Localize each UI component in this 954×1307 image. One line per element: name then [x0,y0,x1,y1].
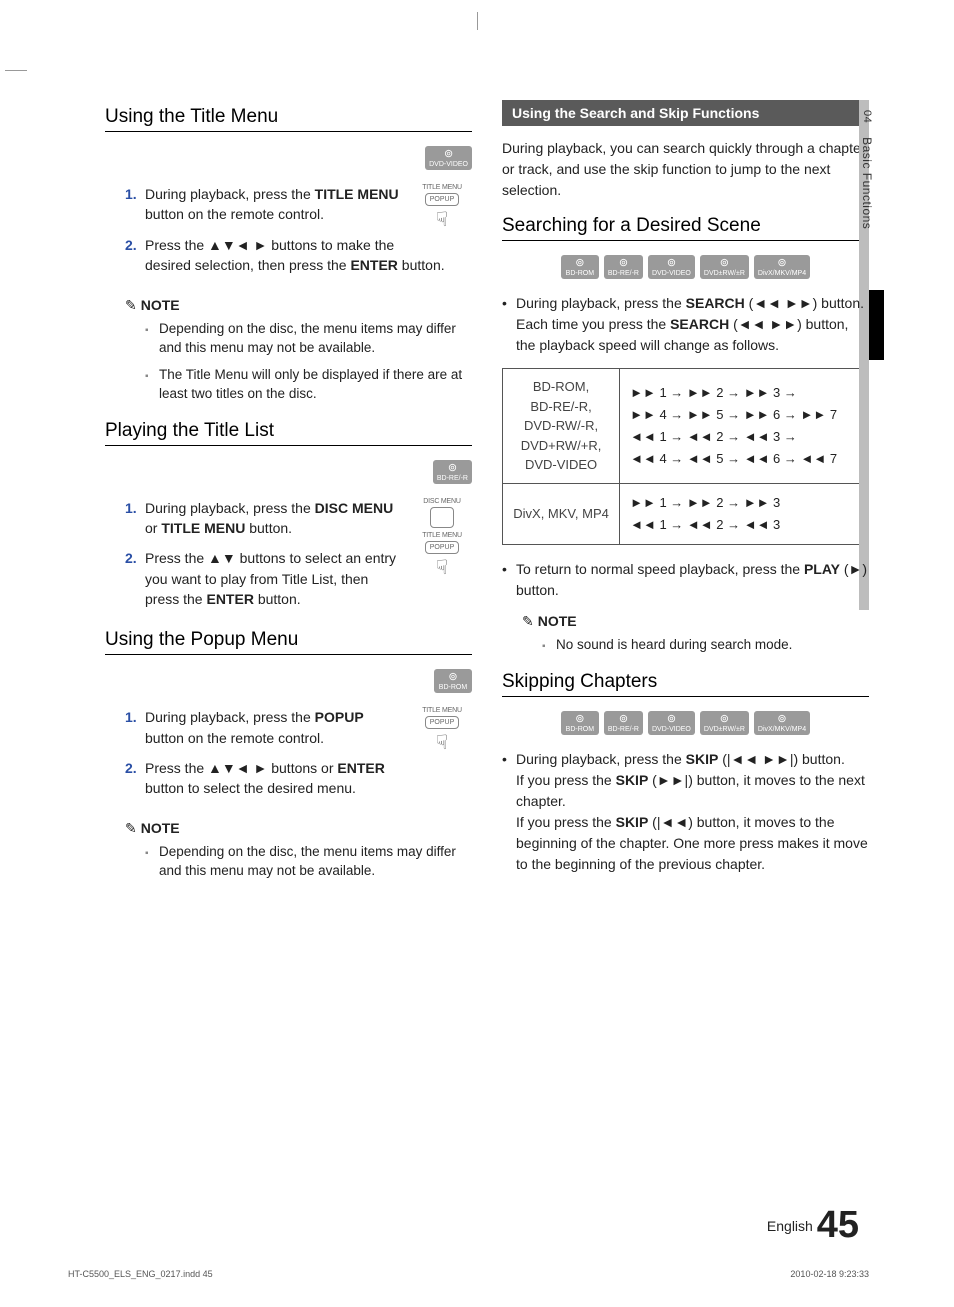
note-item: The Title Menu will only be displayed if… [145,366,472,404]
step-2: 2.Press the ▲▼◄ ► buttons or ENTER butto… [125,758,472,799]
badge-dvd-video: DVD-VIDEO [425,146,472,170]
chapter-title: Basic Functions [860,137,874,229]
right-column: Using the Search and Skip Functions Duri… [502,100,869,897]
badge-bd-re-r: BD-RE/-R [433,460,472,484]
step-1: 1.During playback, press the TITLE MENU … [125,184,472,225]
heading-playing-title-list: Playing the Title List [105,420,472,446]
section-bar-search-skip: Using the Search and Skip Functions [502,100,869,126]
badge-row-title-menu: DVD-VIDEO [105,146,472,170]
notes-searching: No sound is heard during search mode. [542,636,869,655]
heading-using-popup-menu: Using the Popup Menu [105,629,472,655]
note-label: NOTE [125,297,472,314]
note-item: Depending on the disc, the menu items ma… [145,843,472,881]
footer-timestamp: 2010-02-18 9:23:33 [790,1269,869,1279]
notes-title-menu: Depending on the disc, the menu items ma… [145,320,472,404]
language-label: English [767,1218,813,1234]
cell-speeds: ►► 1 → ►► 2 → ►► 3 → ►► 4 → ►► 5 → ►► 6 … [620,369,869,484]
bullet-item: To return to normal speed playback, pres… [502,559,869,601]
heading-skipping: Skipping Chapters [502,671,869,697]
page-number: English 45 [767,1204,859,1247]
footer-file-meta: HT-C5500_ELS_ENG_0217.indd 45 [68,1269,213,1279]
note-item: Depending on the disc, the menu items ma… [145,320,472,358]
chapter-number: 04 [861,110,873,123]
badge-row-searching: BD-ROM BD-RE/-R DVD-VIDEO DVD±RW/±R DivX… [502,255,869,279]
page-number-value: 45 [817,1204,859,1246]
speed-table: BD-ROM, BD-RE/-R, DVD-RW/-R, DVD+RW/+R, … [502,368,869,545]
bullet-item: During playback, press the SEARCH (◄◄ ►►… [502,293,869,356]
badge-row-skipping: BD-ROM BD-RE/-R DVD-VIDEO DVD±RW/±R DivX… [502,711,869,735]
steps-title-list: 1.During playback, press the DISC MENU o… [125,498,472,609]
bullets-searching-2: To return to normal speed playback, pres… [502,559,869,601]
bullets-skipping: During playback, press the SKIP (|◄◄ ►►|… [502,749,869,875]
bullets-searching: During playback, press the SEARCH (◄◄ ►►… [502,293,869,356]
left-column: Using the Title Menu DVD-VIDEO TITLE MEN… [105,100,472,897]
step-1: 1.During playback, press the POPUP butto… [125,707,472,748]
step-2: 2.Press the ▲▼◄ ► buttons to make the de… [125,235,472,276]
badge-bd-rom: BD-ROM [434,669,472,693]
side-black-tab [869,290,884,360]
badge-row-popup: BD-ROM [105,669,472,693]
heading-using-title-menu: Using the Title Menu [105,106,472,132]
cell-formats: DivX, MKV, MP4 [503,483,620,544]
note-label: NOTE [125,820,472,837]
table-row: DivX, MKV, MP4 ►► 1 → ►► 2 → ►► 3 ◄◄ 1 →… [503,483,869,544]
step-2: 2.Press the ▲▼ buttons to select an entr… [125,548,472,609]
notes-popup: Depending on the disc, the menu items ma… [145,843,472,881]
table-row: BD-ROM, BD-RE/-R, DVD-RW/-R, DVD+RW/+R, … [503,369,869,484]
step-1: 1.During playback, press the DISC MENU o… [125,498,472,539]
cell-formats: BD-ROM, BD-RE/-R, DVD-RW/-R, DVD+RW/+R, … [503,369,620,484]
intro-search-skip: During playback, you can search quickly … [502,138,869,201]
note-item: No sound is heard during search mode. [542,636,869,655]
chapter-side-tab: 04 Basic Functions [860,110,874,280]
bullet-item: During playback, press the SKIP (|◄◄ ►►|… [502,749,869,875]
note-label: NOTE [522,613,869,630]
heading-searching: Searching for a Desired Scene [502,215,869,241]
cell-speeds: ►► 1 → ►► 2 → ►► 3 ◄◄ 1 → ◄◄ 2 → ◄◄ 3 [620,483,869,544]
badge-row-title-list: BD-RE/-R [105,460,472,484]
